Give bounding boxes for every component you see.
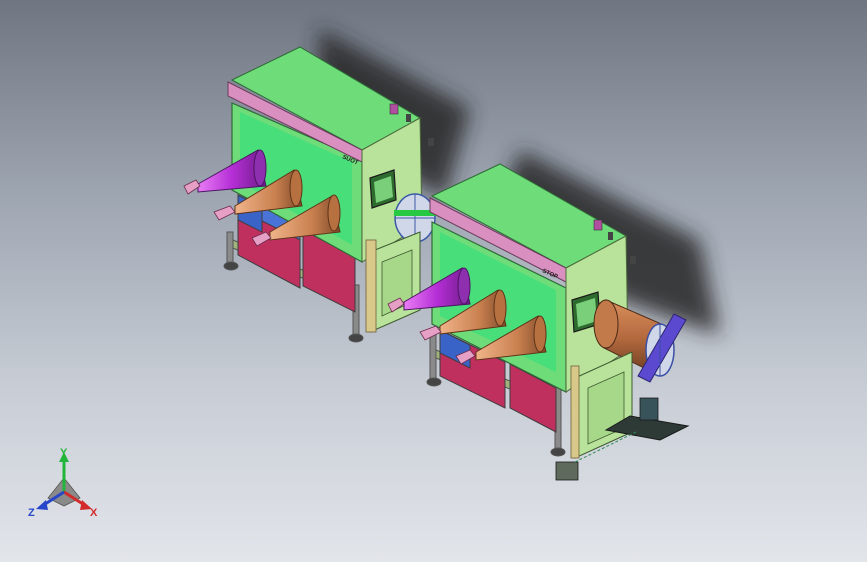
glovebox-assembly-view: SUOT STOP xyxy=(183,28,720,481)
triad-x-label: X xyxy=(90,507,98,519)
right-glovebox-unit[interactable]: STOP xyxy=(387,163,690,481)
triad-z-label: Z xyxy=(28,507,35,519)
triad-y-label: Y xyxy=(60,448,68,459)
left-control-cabinet xyxy=(365,231,421,333)
orientation-triad[interactable]: Y X Z xyxy=(26,448,106,524)
triad-z-arrow-icon xyxy=(36,500,48,510)
cad-viewport[interactable]: SUOT STOP Y X Z xyxy=(0,0,867,562)
left-glove-port-1[interactable] xyxy=(183,149,267,195)
